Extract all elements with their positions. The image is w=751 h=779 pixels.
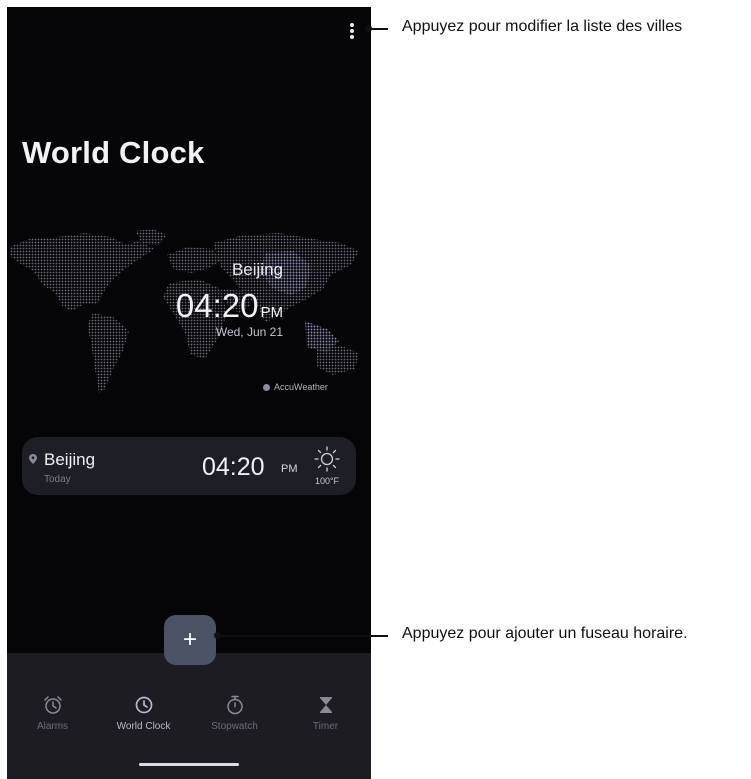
hero-city-name: Beijing <box>231 260 283 279</box>
accuweather-credit[interactable]: AccuWeather <box>263 382 328 392</box>
callout-add-line <box>219 635 388 637</box>
accuweather-label: AccuWeather <box>274 382 328 392</box>
sun-icon <box>314 446 340 472</box>
tab-timer[interactable]: Timer <box>280 695 371 732</box>
callout-menu-line <box>370 28 388 30</box>
clock-icon <box>135 696 152 714</box>
page-title: World Clock <box>22 135 205 170</box>
city-name: Beijing <box>44 450 96 469</box>
callout-menu-text: Appuyez pour modifier la liste des ville… <box>402 18 683 35</box>
hourglass-icon <box>319 697 332 713</box>
hero-time: 04:20 PM <box>137 287 283 325</box>
hero-time-value: 04:20 <box>175 287 259 324</box>
alarm-icon <box>43 696 62 714</box>
more-options-icon[interactable] <box>345 21 359 47</box>
city-card[interactable]: Beijing Today 04:20 PM 100°F <box>22 437 356 495</box>
tab-label: World Clock <box>116 721 171 732</box>
city-day: Today <box>44 474 71 485</box>
tab-stopwatch[interactable]: Stopwatch <box>189 695 280 732</box>
tab-label: Stopwatch <box>211 721 258 732</box>
stopwatch-icon <box>226 695 243 715</box>
hero-date: Wed, Jun 21 <box>215 325 283 339</box>
tab-label: Timer <box>312 721 339 732</box>
add-city-button[interactable]: + <box>164 615 216 665</box>
bottom-navigation: Alarms World Clock Stopwatch Timer <box>7 653 371 779</box>
accuweather-logo-icon <box>263 383 270 391</box>
location-pin-icon <box>29 454 37 464</box>
tab-alarms[interactable]: Alarms <box>7 695 98 732</box>
callout-add-text: Appuyez pour ajouter un fuseau horaire. <box>402 625 688 642</box>
city-temperature: 100°F <box>314 476 340 486</box>
city-time: 04:20 <box>202 453 265 481</box>
home-indicator[interactable] <box>139 763 239 766</box>
tab-label: Alarms <box>36 721 69 732</box>
hero-ampm: PM <box>260 304 284 321</box>
city-ampm: PM <box>281 463 298 475</box>
tab-world-clock[interactable]: World Clock <box>98 695 189 732</box>
phone-screen: World Clock Beijing 04:20 PM Wed, Jun 21 … <box>7 7 371 779</box>
